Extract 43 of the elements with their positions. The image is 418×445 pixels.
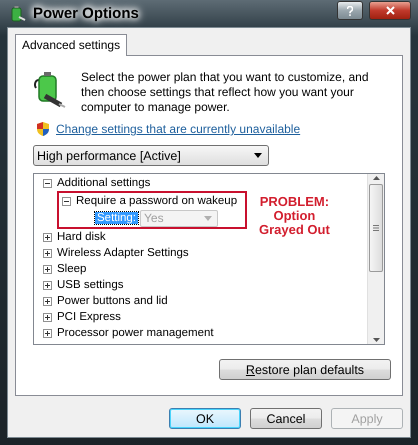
annotation-text: Option <box>273 209 316 223</box>
scroll-thumb[interactable] <box>369 184 383 272</box>
scroll-up-icon[interactable] <box>372 176 380 180</box>
collapse-icon[interactable] <box>62 196 71 206</box>
tree-item[interactable]: Additional settings <box>57 177 150 189</box>
tree-item[interactable]: Wireless Adapter Settings <box>57 247 189 259</box>
help-icon <box>347 6 353 16</box>
shield-icon <box>36 121 50 137</box>
tree-item[interactable]: Sleep <box>57 263 86 275</box>
tree-item[interactable]: USB settings <box>57 279 124 291</box>
tree-item[interactable]: Hard disk <box>57 231 106 243</box>
tree-item[interactable]: Power buttons and lid <box>57 295 168 307</box>
expand-icon[interactable] <box>43 328 52 338</box>
scroll-down-icon[interactable] <box>372 338 380 342</box>
expand-icon[interactable] <box>43 248 52 258</box>
expand-icon[interactable] <box>43 280 52 290</box>
tree-item[interactable]: Require a password on wakeup <box>76 195 238 207</box>
dialog-button[interactable]: OK <box>169 408 241 429</box>
caret-icon <box>204 216 212 220</box>
plan-dropdown[interactable]: High performance [Active] <box>33 145 269 166</box>
caret-icon <box>254 153 262 158</box>
expand-icon[interactable] <box>43 312 52 322</box>
description-text: Select the power plan that you want to customize, and then choose settings that reflect how you want your computer to manage power. <box>81 70 370 115</box>
expand-icon[interactable] <box>43 296 52 306</box>
change-settings-link[interactable]: Change settings that are currently unavailable <box>56 122 300 136</box>
close-button[interactable] <box>369 1 411 20</box>
battery-plug-icon <box>9 4 27 22</box>
annotation-text: PROBLEM: <box>260 195 330 209</box>
help-button[interactable] <box>337 1 363 20</box>
annotation-text: Grayed Out <box>259 223 330 237</box>
battery-plug-icon <box>33 70 67 108</box>
scrollbar[interactable] <box>367 174 384 344</box>
collapse-icon[interactable] <box>43 178 52 188</box>
close-icon <box>386 6 394 15</box>
tree-item[interactable]: Processor power management <box>57 327 214 339</box>
expand-icon[interactable] <box>43 264 52 274</box>
restore-defaults-button[interactable]: Restore plan defaults <box>219 359 391 380</box>
expand-icon[interactable] <box>43 232 52 242</box>
tree-item[interactable]: PCI Express <box>57 311 121 323</box>
grip-icon <box>373 225 379 231</box>
dialog-button[interactable]: Cancel <box>250 408 322 429</box>
window-title: Power Options <box>33 5 140 22</box>
tab[interactable]: Advanced settings <box>15 34 128 56</box>
